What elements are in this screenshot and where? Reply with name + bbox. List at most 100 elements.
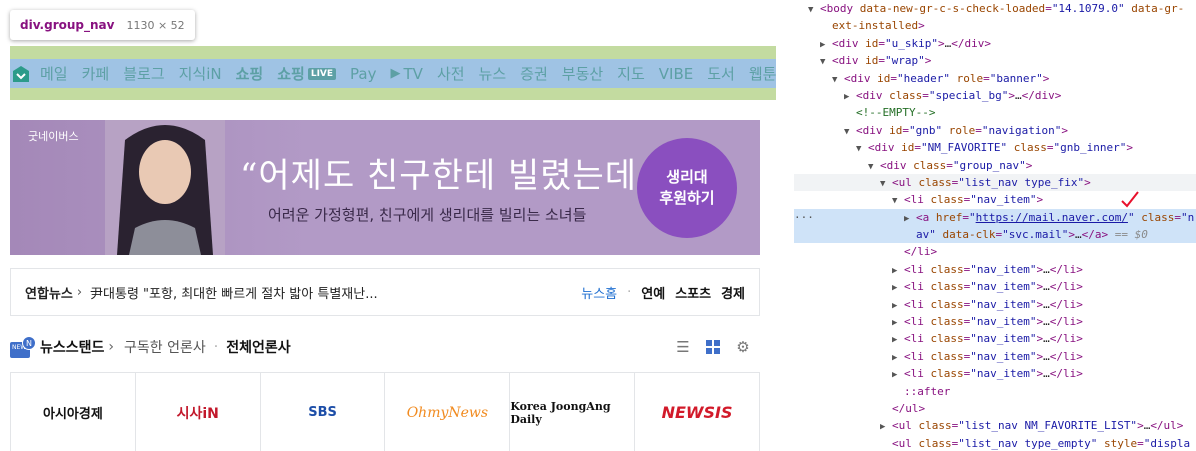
press-cell[interactable]: OhmyNews: [385, 373, 511, 451]
nav-item[interactable]: 도서: [707, 63, 735, 84]
nav-item[interactable]: 사전: [437, 63, 465, 84]
dom-token: id: [901, 141, 915, 155]
dom-token: href: [935, 210, 963, 224]
dom-node-row[interactable]: ▶ <li class="nav_item">…</li>: [794, 313, 1196, 330]
dom-token: …: [1043, 280, 1050, 294]
dom-node-row[interactable]: ▶ <div class="special_bg">…</div>: [794, 87, 1196, 104]
news-headline[interactable]: 尹대통령 "포항, 최대한 빠르게 절차 밟아 특별재난...: [90, 283, 581, 302]
grid-icon[interactable]: [704, 338, 722, 356]
more-options-icon[interactable]: ···: [794, 209, 814, 226]
dom-token: "group_nav": [952, 158, 1026, 172]
dom-node-row[interactable]: ▼ <div id="NM_FAVORITE" class="gnb_inner"…: [794, 139, 1196, 156]
dom-token: <div: [856, 88, 890, 102]
dom-token: data-clk: [942, 228, 996, 242]
nav-item-label: 메일: [40, 65, 68, 83]
news-source[interactable]: 연합뉴스: [25, 283, 73, 302]
dom-node-row[interactable]: ::after: [794, 383, 1196, 400]
nav-item[interactable]: 쇼핑 LIVE: [277, 63, 337, 84]
news-link-entertainment[interactable]: 연예: [641, 283, 665, 302]
all-press-tab[interactable]: 전체언론사: [226, 337, 290, 357]
ad-banner[interactable]: 굿네이버스 “어제도 친구한테 빌렸는데...” 어려운 가정형편, 친구에게 …: [10, 120, 760, 255]
dom-token: =: [890, 71, 897, 85]
press-cell[interactable]: NEWSIS: [635, 373, 760, 451]
dom-node-row[interactable]: ▶ <li class="nav_item">…</li>: [794, 261, 1196, 278]
nav-item[interactable]: 증권: [520, 63, 548, 84]
press-cell[interactable]: 아시아경제: [11, 373, 136, 451]
dom-node-row[interactable]: </li>: [794, 243, 1196, 260]
dom-token: class: [913, 158, 947, 172]
nav-item[interactable]: 웹툰: [749, 63, 776, 84]
dom-node-row[interactable]: ▼ <div id="wrap">: [794, 52, 1196, 69]
banner-headline: “어제도 친구한테 빌렸는데...”: [240, 156, 691, 196]
dom-token: <div: [880, 158, 914, 172]
news-home-link[interactable]: 뉴스홈: [581, 283, 617, 302]
dom-token: …: [1043, 349, 1050, 363]
dom-node-row[interactable]: ▼ <div id="gnb" role="navigation">: [794, 122, 1196, 139]
chevron-right-icon: ›: [76, 284, 83, 300]
dom-token: [936, 228, 943, 241]
dom-token: class: [930, 262, 964, 276]
dom-node-row[interactable]: ▶ <li class="nav_item">…</li>: [794, 365, 1196, 382]
news-link-economy[interactable]: 경제: [721, 283, 745, 302]
dom-token: "wrap": [885, 54, 925, 68]
nav-item[interactable]: 카페: [82, 63, 110, 84]
dom-token: id: [865, 54, 879, 68]
dom-token: "14.1079.0": [1051, 2, 1125, 15]
dom-token: "nav_item": [970, 367, 1037, 381]
dom-node-row[interactable]: ▶ <li class="nav_item">…</li>: [794, 296, 1196, 313]
list-icon[interactable]: ☰: [674, 338, 692, 356]
dom-token: class: [930, 280, 964, 294]
nav-item[interactable]: 메일: [40, 63, 68, 84]
dom-token: class: [930, 193, 964, 207]
dom-node-row[interactable]: ▶ <ul class="list_nav NM_FAVORITE_LIST">……: [794, 417, 1196, 434]
dom-node-row[interactable]: ▶ <li class="nav_item">…</li>: [794, 330, 1196, 347]
dom-node-row[interactable]: <ul class="list_nav type_empty" style="d…: [794, 435, 1196, 451]
nav-item[interactable]: 지식iN: [179, 63, 222, 84]
nav-item[interactable]: VIBE: [659, 65, 693, 83]
nav-item[interactable]: 지도: [617, 63, 645, 84]
news-link-sports[interactable]: 스포츠: [675, 283, 711, 302]
press-cell[interactable]: 시사iN: [136, 373, 261, 451]
dom-token: …: [1074, 228, 1082, 242]
dom-token: <!--EMPTY-->: [856, 106, 936, 120]
dom-token: class: [930, 297, 964, 311]
href-link[interactable]: https://mail.naver.com/: [976, 211, 1128, 224]
press-cell[interactable]: SBS: [261, 373, 386, 451]
dom-node-row[interactable]: ▶ <div id="u_skip">…</div>: [794, 35, 1196, 52]
dom-token: av": [916, 228, 936, 242]
dom-token: "nav_item": [970, 280, 1037, 294]
nav-item[interactable]: Pay: [350, 65, 376, 83]
newsstand-title[interactable]: 뉴스스탠드: [40, 337, 104, 357]
nav-item[interactable]: 블로그: [123, 63, 164, 84]
dom-token: class: [918, 419, 952, 433]
dom-node-row[interactable]: <!--EMPTY-->: [794, 104, 1196, 121]
nav-item-label: TV: [403, 64, 423, 83]
dom-node-row[interactable]: ▶ <li class="nav_item">…</li>: [794, 348, 1196, 365]
news-links: 뉴스홈 · 연예 스포츠 경제: [581, 283, 745, 302]
dom-node-row[interactable]: av" data-clk="svc.mail">…</a> == $0: [794, 226, 1196, 244]
donate-button[interactable]: 생리대 후원하기: [637, 138, 737, 238]
dom-token: =: [902, 123, 909, 137]
nav-item[interactable]: 쇼핑: [236, 63, 264, 84]
dom-token: class: [1013, 141, 1047, 155]
dom-node-row[interactable]: ext-installed>: [794, 17, 1196, 34]
dom-token: <div: [868, 141, 902, 155]
dom-node-row[interactable]: ▼ <body data-new-gr-c-s-check-loaded="14.…: [794, 0, 1196, 17]
press-cell[interactable]: Korea JoongAng Daily: [510, 373, 636, 451]
subscribed-press-tab[interactable]: 구독한 언론사: [124, 337, 206, 357]
dom-token: <a: [916, 210, 936, 224]
nav-item[interactable]: ▶ TV: [391, 65, 423, 83]
naver-home-icon[interactable]: [10, 65, 32, 83]
dom-node-row[interactable]: ▶ <a href="https://mail.naver.com/" class…: [794, 208, 1196, 227]
banner-brand: 굿네이버스: [28, 130, 79, 143]
dom-node-row[interactable]: </ul>: [794, 400, 1196, 417]
nav-item[interactable]: 뉴스: [479, 63, 507, 84]
nav-item-label: 사전: [436, 65, 465, 83]
gear-icon[interactable]: ⚙: [734, 338, 752, 356]
dom-node-row[interactable]: ▶ <li class="nav_item">…</li>: [794, 278, 1196, 295]
dom-node-row[interactable]: ▼ <div id="header" role="banner">: [794, 70, 1196, 87]
dom-token: id: [889, 123, 903, 137]
dom-node-row[interactable]: ▼ <div class="group_nav">: [794, 157, 1196, 174]
dom-token: …: [1043, 332, 1050, 346]
nav-item[interactable]: 부동산: [562, 63, 603, 84]
